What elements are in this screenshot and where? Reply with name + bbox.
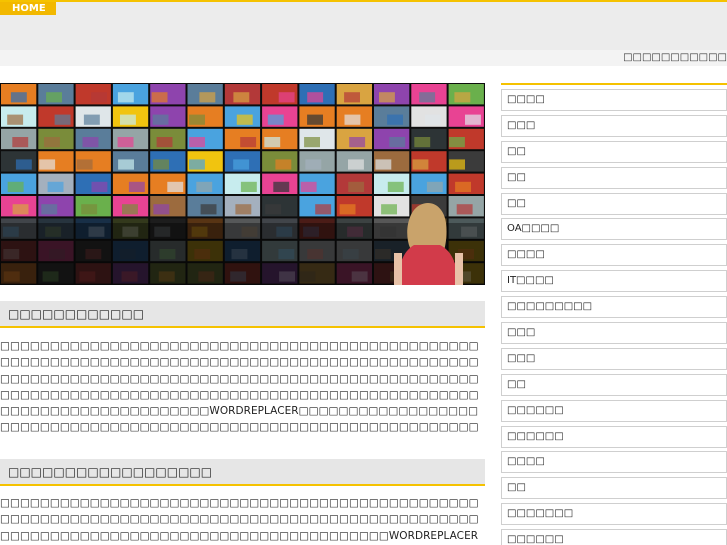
sidebar-item[interactable]: □□□ — [501, 322, 727, 345]
sidebar-item[interactable]: □□ — [501, 166, 727, 189]
sidebar-item[interactable]: □□□□□□□ — [501, 503, 727, 526]
header-bar — [0, 2, 727, 50]
sidebar-item[interactable]: □□□ — [501, 347, 727, 370]
sidebar-item[interactable]: □□□□□□ — [501, 399, 727, 422]
site-title: □□□□□□□□□□□ — [623, 52, 727, 63]
section-body: □□□□□□□□□□□□□□□□□□□□□□□□□□□□□□□□□□□□□□□□… — [0, 340, 479, 438]
sidebar-item[interactable]: □□□□□□ — [501, 529, 727, 545]
sidebar-accent-line — [501, 83, 727, 85]
subheader-bar — [0, 50, 727, 66]
sidebar-item[interactable]: □□ — [501, 373, 727, 396]
sidebar-nav: □□□□ □□□ □□ □□ □□ OA□□□□ □□□□ IT□□□□ □□□… — [501, 89, 727, 545]
sidebar-item[interactable]: □□□□ — [501, 451, 727, 474]
video-wall-image — [0, 83, 485, 285]
sidebar-item[interactable]: □□□ — [501, 114, 727, 137]
home-link[interactable]: HOME — [0, 2, 56, 15]
sidebar-item[interactable]: □□□□□□□□□ — [501, 296, 727, 319]
section-body: □□□□□□□□□□□□□□□□□□□□□□□□□□□□□□□□□□□□□□□□… — [0, 497, 479, 542]
top-accent-line — [0, 0, 727, 2]
hero-image — [0, 83, 485, 285]
sidebar-item[interactable]: □□ — [501, 477, 727, 500]
section-title: □□□□□□□□□□□□□□□□□□ — [0, 459, 485, 486]
sidebar-item[interactable]: OA□□□□ — [501, 218, 727, 241]
sidebar-item[interactable]: □□□□ — [501, 89, 727, 111]
sidebar-item[interactable]: IT□□□□ — [501, 270, 727, 293]
sidebar-item[interactable]: □□ — [501, 192, 727, 215]
sidebar-item[interactable]: □□ — [501, 140, 727, 163]
sidebar-item[interactable]: □□□□ — [501, 244, 727, 267]
sidebar-item[interactable]: □□□□□□ — [501, 425, 727, 448]
section-title: □□□□□□□□□□□□ — [0, 301, 485, 328]
